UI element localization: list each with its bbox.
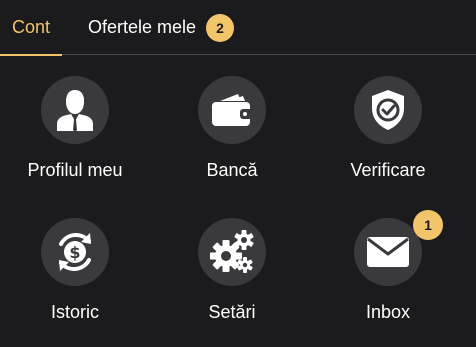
- svg-text:$: $: [69, 243, 80, 262]
- menu-item-verify[interactable]: Verificare: [313, 76, 463, 196]
- settings-icon-circle: [198, 218, 266, 286]
- account-menu-screen: Cont Ofertele mele 2 Profilul meu Bancă …: [0, 0, 476, 347]
- tab-cont-label: Cont: [11, 17, 51, 37]
- profile-icon-circle: [41, 76, 109, 144]
- menu-item-inbox-label: Inbox: [365, 302, 411, 322]
- menu-item-profile-label: Profilul meu: [27, 160, 123, 180]
- tab-ofertele-mele-label: Ofertele mele: [88, 17, 197, 37]
- bank-icon-circle: [198, 76, 266, 144]
- shield-check-icon: [372, 90, 404, 130]
- menu-item-settings-label: Setări: [208, 302, 256, 322]
- inbox-icon-circle: [354, 218, 422, 286]
- history-icon-circle: $: [41, 218, 109, 286]
- wallet-icon: [212, 94, 252, 126]
- verify-icon-circle: [354, 76, 422, 144]
- gears-icon: [210, 230, 254, 273]
- menu-item-history[interactable]: $ Istoric: [0, 218, 150, 338]
- user-icon: [57, 90, 93, 132]
- tab-bar: Cont Ofertele mele 2: [0, 0, 476, 56]
- envelope-icon: [367, 237, 409, 267]
- menu-item-history-label: Istoric: [50, 302, 99, 322]
- offers-count-badge: 2: [206, 13, 235, 42]
- inbox-unread-badge: 1: [413, 210, 443, 240]
- dollar-refresh-icon: $: [59, 233, 91, 271]
- tab-cont[interactable]: Cont: [0, 0, 62, 56]
- menu-item-settings[interactable]: Setări: [157, 218, 307, 338]
- menu-item-profile[interactable]: Profilul meu: [0, 76, 150, 196]
- menu-item-bank-label: Bancă: [206, 160, 258, 180]
- menu-item-verify-label: Verificare: [350, 160, 426, 180]
- tab-ofertele-mele[interactable]: Ofertele mele 2: [88, 0, 235, 55]
- menu-item-inbox[interactable]: 1 Inbox: [313, 210, 463, 338]
- menu-item-bank[interactable]: Bancă: [157, 76, 307, 196]
